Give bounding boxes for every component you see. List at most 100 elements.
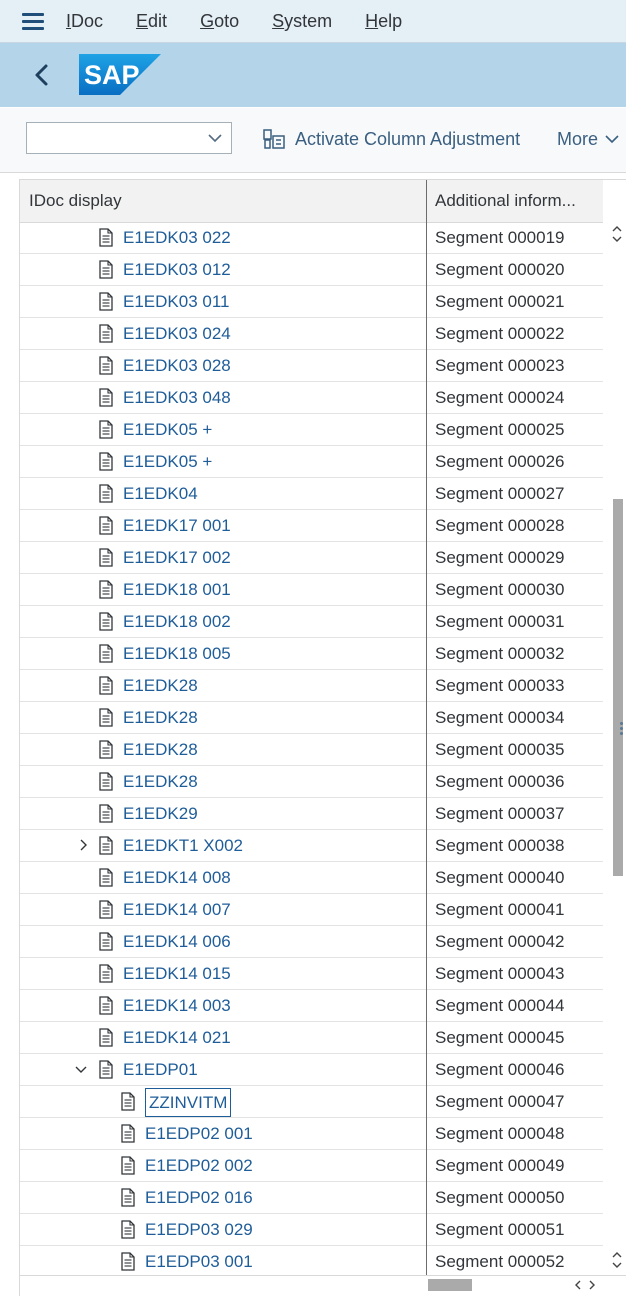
- table-row[interactable]: E1EDK14 008 Segment 000040: [20, 862, 603, 894]
- command-field-dropdown[interactable]: [26, 122, 232, 154]
- tree-cell[interactable]: E1EDK03 012: [20, 254, 426, 285]
- segment-name[interactable]: E1EDK18 005: [123, 638, 231, 669]
- tree-cell[interactable]: E1EDP01: [20, 1054, 426, 1085]
- table-row[interactable]: E1EDK03 011 Segment 000021: [20, 286, 603, 318]
- tree-cell[interactable]: E1EDK17 002: [20, 542, 426, 573]
- menu-system[interactable]: System: [272, 11, 332, 32]
- table-row[interactable]: E1EDK28 Segment 000033: [20, 670, 603, 702]
- segment-name[interactable]: E1EDK14 008: [123, 862, 231, 893]
- table-row[interactable]: E1EDK03 048 Segment 000024: [20, 382, 603, 414]
- segment-name[interactable]: E1EDK03 028: [123, 350, 231, 381]
- segment-name[interactable]: E1EDK17 002: [123, 542, 231, 573]
- segment-name[interactable]: E1EDK14 007: [123, 894, 231, 925]
- table-row[interactable]: E1EDP03 029 Segment 000051: [20, 1214, 603, 1246]
- horizontal-scroll-thumb[interactable]: [428, 1279, 472, 1291]
- scroll-up-down-icon[interactable]: [610, 224, 624, 244]
- tree-cell[interactable]: E1EDK18 002: [20, 606, 426, 637]
- segment-name[interactable]: E1EDK28: [123, 734, 198, 765]
- tree-cell[interactable]: E1EDK28: [20, 766, 426, 797]
- table-row[interactable]: E1EDK03 012 Segment 000020: [20, 254, 603, 286]
- vertical-scroll-thumb[interactable]: [613, 499, 623, 876]
- hamburger-menu-icon[interactable]: [22, 12, 46, 30]
- segment-name[interactable]: E1EDK04: [123, 478, 198, 509]
- tree-cell[interactable]: E1EDK05 +: [20, 446, 426, 477]
- tree-cell[interactable]: E1EDK28: [20, 670, 426, 701]
- menu-idoc[interactable]: IDoc: [66, 11, 103, 32]
- tree-cell[interactable]: E1EDK03 011: [20, 286, 426, 317]
- vertical-scrollbar[interactable]: [603, 222, 626, 1275]
- segment-name[interactable]: E1EDK05 +: [123, 446, 212, 477]
- chevron-right-icon[interactable]: [76, 838, 90, 852]
- tree-cell[interactable]: E1EDP02 002: [20, 1150, 426, 1181]
- tree-cell[interactable]: ZZINVITM: [20, 1086, 426, 1117]
- menu-goto[interactable]: Goto: [200, 11, 239, 32]
- segment-name[interactable]: E1EDK05 +: [123, 414, 212, 445]
- table-row[interactable]: E1EDK17 002 Segment 000029: [20, 542, 603, 574]
- segment-name[interactable]: E1EDK28: [123, 702, 198, 733]
- segment-name[interactable]: E1EDK03 048: [123, 382, 231, 413]
- segment-name[interactable]: E1EDK18 001: [123, 574, 231, 605]
- scroll-left-right-icon[interactable]: [572, 1278, 600, 1292]
- table-row[interactable]: E1EDP02 002 Segment 000049: [20, 1150, 603, 1182]
- segment-name[interactable]: E1EDP01: [123, 1054, 198, 1085]
- table-row[interactable]: E1EDK28 Segment 000034: [20, 702, 603, 734]
- table-row[interactable]: ZZINVITM Segment 000047: [20, 1086, 603, 1118]
- tree-cell[interactable]: E1EDK28: [20, 702, 426, 733]
- horizontal-scrollbar[interactable]: [20, 1275, 626, 1298]
- table-row[interactable]: E1EDP03 001 Segment 000052: [20, 1246, 603, 1278]
- tree-cell[interactable]: E1EDK03 022: [20, 222, 426, 253]
- segment-name[interactable]: E1EDK03 022: [123, 222, 231, 253]
- tree-cell[interactable]: E1EDK04: [20, 478, 426, 509]
- table-row[interactable]: E1EDK14 021 Segment 000045: [20, 1022, 603, 1054]
- tree-cell[interactable]: E1EDK05 +: [20, 414, 426, 445]
- table-row[interactable]: E1EDP02 001 Segment 000048: [20, 1118, 603, 1150]
- table-row[interactable]: E1EDK28 Segment 000035: [20, 734, 603, 766]
- segment-name[interactable]: E1EDKT1 X002: [123, 830, 243, 861]
- tree-cell[interactable]: E1EDK14 008: [20, 862, 426, 893]
- tree-cell[interactable]: E1EDP02 001: [20, 1118, 426, 1149]
- segment-name[interactable]: E1EDP03 029: [145, 1214, 253, 1245]
- segment-name[interactable]: ZZINVITM: [145, 1088, 232, 1117]
- segment-name[interactable]: E1EDK14 021: [123, 1022, 231, 1053]
- table-row[interactable]: E1EDK18 001 Segment 000030: [20, 574, 603, 606]
- tree-cell[interactable]: E1EDK03 048: [20, 382, 426, 413]
- menu-help[interactable]: Help: [365, 11, 402, 32]
- table-row[interactable]: E1EDK03 024 Segment 000022: [20, 318, 603, 350]
- table-row[interactable]: E1EDP02 016 Segment 000050: [20, 1182, 603, 1214]
- tree-cell[interactable]: E1EDP03 001: [20, 1246, 426, 1277]
- tree-cell[interactable]: E1EDK03 028: [20, 350, 426, 381]
- segment-name[interactable]: E1EDP02 002: [145, 1150, 253, 1181]
- table-row[interactable]: E1EDK28 Segment 000036: [20, 766, 603, 798]
- segment-name[interactable]: E1EDK03 024: [123, 318, 231, 349]
- tree-cell[interactable]: E1EDK14 021: [20, 1022, 426, 1053]
- segment-name[interactable]: E1EDK03 011: [123, 286, 229, 317]
- table-row[interactable]: E1EDK05 + Segment 000025: [20, 414, 603, 446]
- tree-cell[interactable]: E1EDP02 016: [20, 1182, 426, 1213]
- segment-name[interactable]: E1EDK28: [123, 766, 198, 797]
- table-row[interactable]: E1EDK14 015 Segment 000043: [20, 958, 603, 990]
- segment-name[interactable]: E1EDK14 015: [123, 958, 231, 989]
- table-row[interactable]: E1EDK03 028 Segment 000023: [20, 350, 603, 382]
- segment-name[interactable]: E1EDP02 016: [145, 1182, 253, 1213]
- table-row[interactable]: E1EDK18 002 Segment 000031: [20, 606, 603, 638]
- table-row[interactable]: E1EDK29 Segment 000037: [20, 798, 603, 830]
- tree-cell[interactable]: E1EDK17 001: [20, 510, 426, 541]
- segment-name[interactable]: E1EDK14 003: [123, 990, 231, 1021]
- tree-cell[interactable]: E1EDK14 015: [20, 958, 426, 989]
- table-row[interactable]: E1EDK05 + Segment 000026: [20, 446, 603, 478]
- segment-name[interactable]: E1EDP03 001: [145, 1246, 253, 1277]
- table-row[interactable]: E1EDK14 006 Segment 000042: [20, 926, 603, 958]
- table-row[interactable]: E1EDKT1 X002 Segment 000038: [20, 830, 603, 862]
- tree-cell[interactable]: E1EDK29: [20, 798, 426, 829]
- column-header-idoc-display[interactable]: IDoc display: [29, 180, 425, 222]
- table-row[interactable]: E1EDK18 005 Segment 000032: [20, 638, 603, 670]
- table-row[interactable]: E1EDK03 022 Segment 000019: [20, 222, 603, 254]
- back-button[interactable]: [30, 60, 54, 90]
- menu-edit[interactable]: Edit: [136, 11, 167, 32]
- segment-name[interactable]: E1EDP02 001: [145, 1118, 253, 1149]
- column-header-additional-info[interactable]: Additional inform...: [435, 180, 595, 222]
- tree-cell[interactable]: E1EDP03 029: [20, 1214, 426, 1245]
- table-row[interactable]: E1EDK14 007 Segment 000041: [20, 894, 603, 926]
- tree-cell[interactable]: E1EDKT1 X002: [20, 830, 426, 861]
- column-separator[interactable]: [426, 180, 427, 1275]
